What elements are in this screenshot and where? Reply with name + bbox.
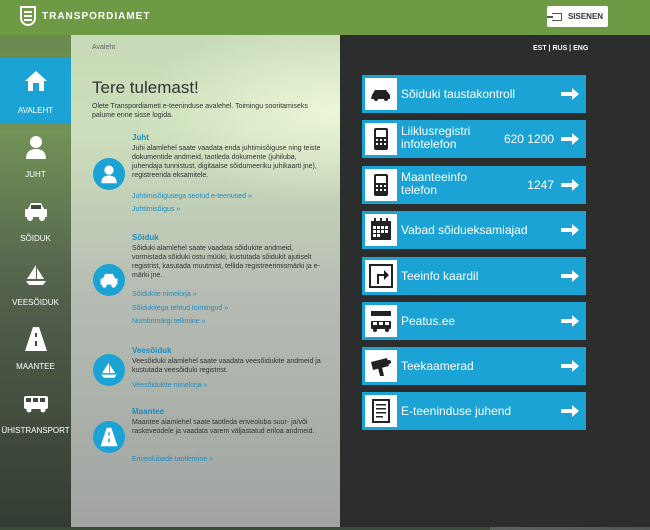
section-icon bbox=[93, 264, 125, 296]
sidebar-item-label: AVALEHT bbox=[17, 106, 54, 115]
sidebar-item-home[interactable]: AVALEHT bbox=[0, 57, 71, 123]
bus-icon bbox=[23, 396, 48, 413]
section-text: Maantee alamlehel saate taotleda eriveol… bbox=[132, 419, 315, 435]
arrow-right-icon bbox=[561, 224, 579, 236]
arrow-right-icon bbox=[561, 315, 579, 327]
sidebar-item-public-transport[interactable]: ÜHISTRANSPORT bbox=[0, 379, 71, 443]
quick-link-label: Peatus.ee bbox=[401, 314, 456, 328]
quick-link-registry-phone[interactable]: Liiklusregistri infotelefon 620 1200 bbox=[362, 120, 586, 158]
section-driver: Juht Juhi alamlehel saate vaadata enda j… bbox=[93, 133, 323, 223]
section-heading: Juht bbox=[132, 133, 149, 142]
camera-icon bbox=[371, 358, 391, 376]
arrow-right-icon bbox=[561, 405, 579, 417]
arrow-right-icon bbox=[561, 133, 579, 145]
section-link[interactable]: Sõidukitega tehtud toimingud » bbox=[132, 305, 228, 312]
quick-link-vehicle-check[interactable]: Sõiduki taustakontroll bbox=[362, 75, 586, 113]
quick-link-label: Teekaamerad bbox=[401, 359, 474, 373]
section-watercraft: Veesõiduk Veesõiduki alamlehel saate vaa… bbox=[93, 346, 323, 406]
page-title: Tere tulemast! bbox=[92, 78, 199, 97]
section-heading: Maantee bbox=[132, 407, 165, 416]
section-link[interactable]: Juhtimisõigus » bbox=[132, 206, 180, 213]
car-icon bbox=[100, 273, 118, 288]
section-link[interactable]: Eriveolubade taotlemine » bbox=[132, 456, 213, 463]
login-label: SISENEN bbox=[567, 12, 604, 21]
sidebar-item-label: ÜHISTRANSPORT bbox=[1, 426, 70, 435]
quick-link-label: Vabad sõidueksamiajad bbox=[401, 223, 528, 237]
home-icon bbox=[24, 71, 47, 91]
logo-text: TRANSPORDIAMET bbox=[42, 10, 151, 22]
driver-icon bbox=[101, 165, 117, 184]
arrow-right-icon bbox=[561, 179, 579, 191]
quick-link-e-service-guide[interactable]: E-teeninduse juhend bbox=[362, 392, 586, 430]
phone-number: 1247 bbox=[527, 178, 554, 192]
intro-text: Olete Transpordiameti e-teeninduse avale… bbox=[92, 103, 308, 119]
section-text: Sõiduki alamlehel saate vaadata sõidukit… bbox=[132, 245, 320, 279]
phone-number: 620 1200 bbox=[503, 132, 554, 146]
car-icon bbox=[24, 203, 47, 221]
calendar-icon bbox=[371, 218, 391, 240]
sidebar-item-label: SÕIDUK bbox=[20, 234, 51, 243]
section-link[interactable]: Numbrimärgi tellimine » bbox=[132, 318, 206, 325]
section-vehicle: Sõiduk Sõiduki alamlehel saate vaadata s… bbox=[93, 233, 323, 333]
sailboat-icon bbox=[101, 362, 117, 378]
sailboat-icon bbox=[25, 265, 46, 285]
driver-icon bbox=[25, 136, 46, 159]
sidebar-item-label: VEESÕIDUK bbox=[12, 298, 59, 307]
section-road: Maantee Maantee alamlehel saate taotleda… bbox=[93, 407, 323, 477]
phone-icon bbox=[374, 128, 388, 150]
coat-of-arms-icon bbox=[20, 6, 36, 26]
section-text: Veesõiduki alamlehel saate vaadata veesõ… bbox=[132, 358, 321, 374]
quick-link-label: Liiklusregistri infotelefon bbox=[401, 124, 471, 151]
section-icon bbox=[93, 158, 125, 190]
quick-link-road-info-map[interactable]: Teeinfo kaardil bbox=[362, 257, 586, 295]
main-content: Avaleht Tere tulemast! Olete Transpordia… bbox=[71, 35, 340, 527]
quick-link-exam-times[interactable]: Vabad sõidueksamiajad bbox=[362, 211, 586, 249]
arrow-right-icon bbox=[561, 360, 579, 372]
phone-icon bbox=[374, 174, 388, 196]
section-heading: Sõiduk bbox=[132, 233, 159, 242]
road-icon bbox=[100, 427, 118, 447]
document-icon bbox=[372, 399, 390, 423]
bus-stop-icon bbox=[371, 311, 391, 332]
sidebar-item-label: JUHT bbox=[25, 170, 46, 179]
quick-link-label: Teeinfo kaardil bbox=[401, 269, 479, 283]
road-sign-icon bbox=[369, 264, 393, 288]
quick-link-label: E-teeninduse juhend bbox=[401, 404, 512, 418]
road-icon bbox=[24, 327, 47, 351]
sidebar-item-watercraft[interactable]: VEESÕIDUK bbox=[0, 251, 71, 315]
section-link[interactable]: Juhtimisõigusega seotud e-teenused » bbox=[132, 193, 252, 200]
quick-link-road-info-phone[interactable]: Maanteeinfo telefon 1247 bbox=[362, 166, 586, 204]
quick-link-label: Sõiduki taustakontroll bbox=[401, 87, 516, 101]
section-icon bbox=[93, 421, 125, 453]
login-button[interactable]: SISENEN bbox=[546, 6, 608, 27]
section-heading: Veesõiduk bbox=[132, 346, 172, 355]
sidebar-item-driver[interactable]: JUHT bbox=[0, 123, 71, 187]
section-link[interactable]: Sõidukite nimekirja » bbox=[132, 291, 197, 298]
arrow-right-icon bbox=[561, 88, 579, 100]
quick-link-label: Maanteeinfo telefon bbox=[401, 170, 468, 197]
top-bar: TRANSPORDIAMET SISENEN bbox=[0, 0, 650, 35]
sidebar-item-vehicle[interactable]: SÕIDUK bbox=[0, 187, 71, 251]
breadcrumb[interactable]: Avaleht bbox=[92, 44, 115, 51]
quick-link-peatus[interactable]: Peatus.ee bbox=[362, 302, 586, 340]
quick-link-road-cameras[interactable]: Teekaamerad bbox=[362, 347, 586, 385]
arrow-right-icon bbox=[561, 270, 579, 282]
login-icon bbox=[546, 12, 562, 21]
section-icon bbox=[93, 354, 125, 386]
logo[interactable]: TRANSPORDIAMET bbox=[20, 6, 150, 26]
section-text: Juhi alamlehel saate vaadata enda juhtim… bbox=[132, 145, 321, 179]
car-check-icon bbox=[371, 90, 390, 101]
section-link[interactable]: Veesõidukite nimekirja » bbox=[132, 382, 208, 389]
sidebar-item-road[interactable]: MAANTEE bbox=[0, 315, 71, 379]
sidebar-item-label: MAANTEE bbox=[16, 362, 55, 371]
language-switcher[interactable]: EST | RUS | ENG bbox=[533, 45, 588, 52]
